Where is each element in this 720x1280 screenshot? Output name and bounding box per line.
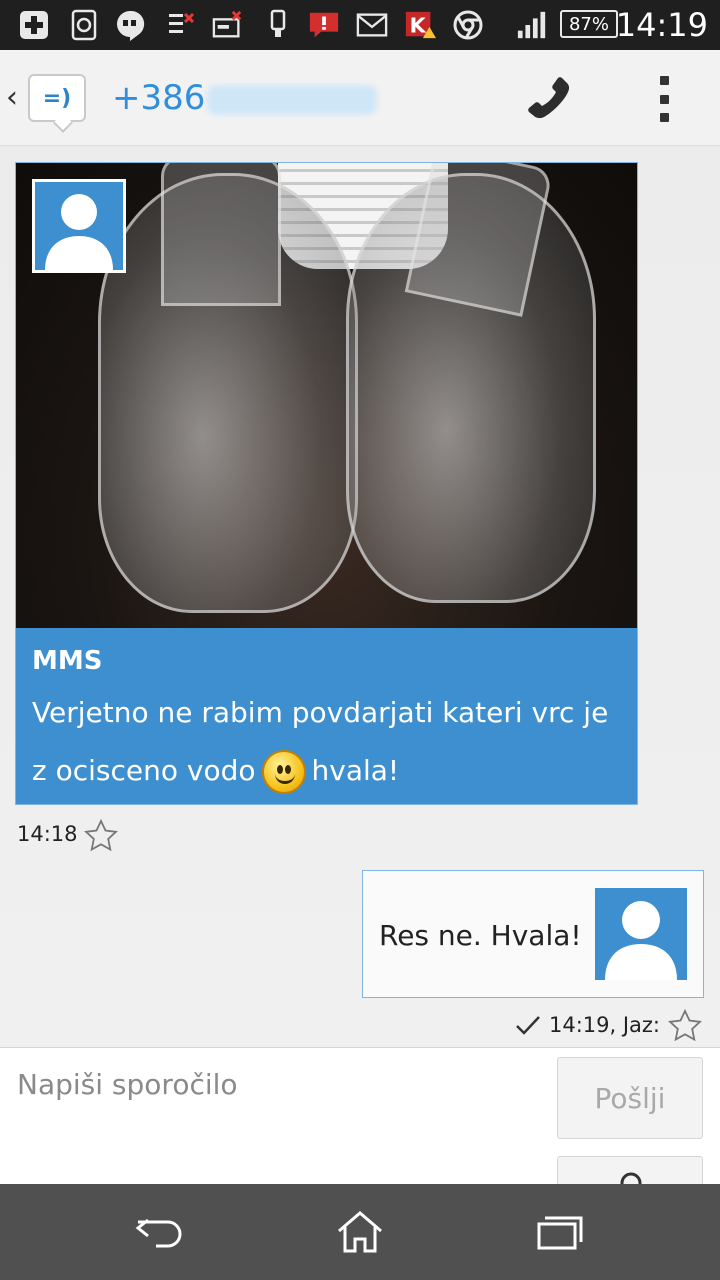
- sent-check-icon: [516, 1016, 540, 1035]
- kaspersky-icon: K: [404, 9, 436, 41]
- send-button[interactable]: Pošlji: [557, 1057, 703, 1139]
- conversation-list[interactable]: MMS Verjetno ne rabim povdarjati kateri …: [0, 147, 720, 1047]
- incoming-time: 14:18: [17, 822, 78, 846]
- message-input[interactable]: [17, 1064, 537, 1104]
- home-icon[interactable]: [330, 1206, 390, 1258]
- sender-avatar[interactable]: [32, 179, 126, 273]
- gmail-icon: [356, 9, 388, 41]
- phone-icon: [528, 77, 570, 119]
- outgoing-time: 14:19, Jaz:: [548, 1013, 660, 1037]
- recent-apps-icon[interactable]: [530, 1206, 590, 1258]
- person-icon: [45, 194, 113, 270]
- usb-icon: [262, 9, 294, 41]
- my-avatar[interactable]: [595, 888, 687, 980]
- glass-bottle-left: [98, 163, 358, 613]
- mms-body: MMS Verjetno ne rabim povdarjati kateri …: [16, 628, 637, 804]
- star-icon[interactable]: [668, 1009, 702, 1041]
- mms-type-label: MMS: [32, 646, 103, 676]
- battery-indicator: 87%: [560, 10, 618, 38]
- overflow-menu-icon[interactable]: [650, 72, 678, 126]
- svg-text:K: K: [410, 14, 427, 38]
- glass-bottle-right: [346, 163, 596, 603]
- outgoing-timestamp: 14:19, Jaz:: [515, 1009, 702, 1041]
- outgoing-message-bubble[interactable]: Res ne. Hvala!: [362, 870, 704, 998]
- message-alert-icon: [308, 9, 340, 41]
- navigation-bar: [0, 1184, 720, 1280]
- star-icon[interactable]: [84, 819, 119, 851]
- hangouts-icon: [114, 9, 146, 41]
- composer: Pošlji: [0, 1047, 720, 1196]
- smiley-emoji-icon: [261, 750, 306, 794]
- mms-message-text: Verjetno ne rabim povdarjati kateri vrc …: [32, 684, 621, 800]
- signal-icon: [516, 9, 548, 41]
- app-logo[interactable]: =): [28, 74, 86, 122]
- app-bar: ‹ =) +386: [0, 50, 720, 146]
- mms-text-after: hvala!: [311, 754, 400, 787]
- sync-icon: [68, 9, 100, 41]
- incoming-mms-bubble[interactable]: MMS Verjetno ne rabim povdarjati kateri …: [15, 162, 638, 805]
- incoming-timestamp: 14:18: [17, 819, 119, 851]
- sim-icon: [212, 9, 244, 41]
- chrome-icon: [452, 9, 484, 41]
- call-button[interactable]: [520, 72, 580, 126]
- notification-icon: [164, 9, 196, 41]
- contact-number-text: +386: [112, 78, 206, 118]
- contact-number[interactable]: +386: [112, 78, 378, 118]
- status-time: 14:19: [615, 6, 708, 44]
- mms-image[interactable]: [16, 163, 637, 628]
- outgoing-message-text: Res ne. Hvala!: [379, 919, 582, 952]
- redacted-number: [207, 84, 378, 115]
- status-bar: K 87% 14:19: [0, 0, 720, 50]
- plus-icon: [18, 9, 50, 41]
- person-icon: [605, 901, 677, 980]
- back-chevron-icon[interactable]: ‹: [6, 80, 18, 115]
- back-icon[interactable]: [130, 1206, 190, 1258]
